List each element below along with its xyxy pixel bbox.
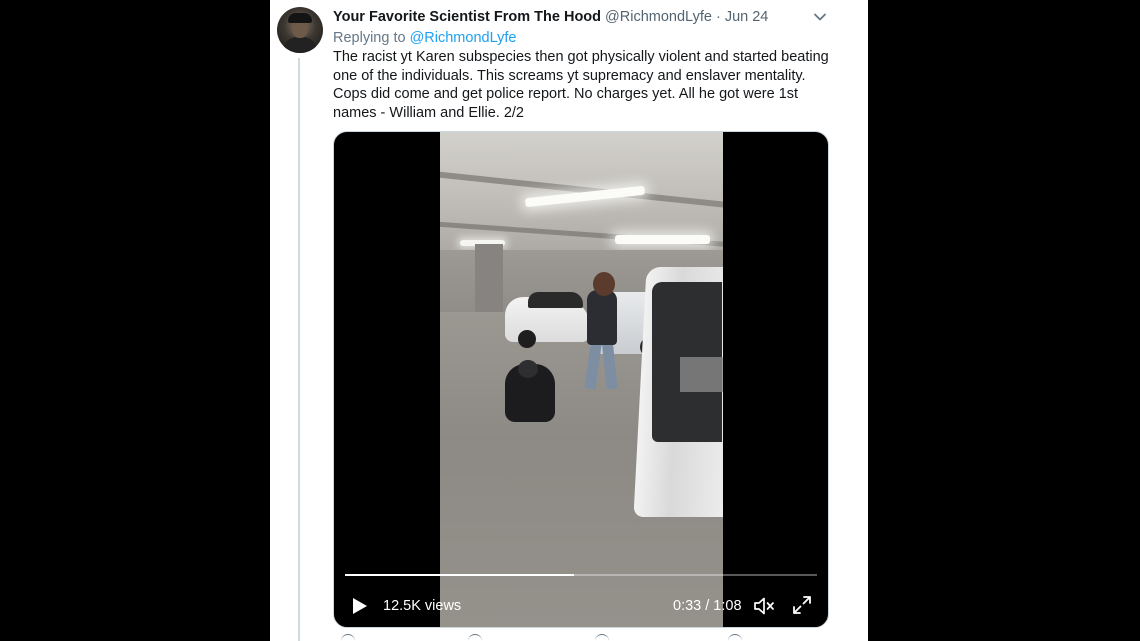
crouching-person-head (518, 360, 538, 378)
like-icon[interactable] (595, 634, 609, 641)
tweet-card: Your Favorite Scientist From The Hood @R… (270, 0, 868, 641)
thread-line (298, 58, 300, 641)
chevron-down-icon[interactable] (812, 9, 828, 25)
reply-handle-link[interactable]: @RichmondLyfe (410, 30, 517, 46)
white-car-window (528, 292, 583, 308)
tweet-text-line: one of the individuals. This screams yt … (333, 67, 806, 84)
volume-muted-icon[interactable] (752, 594, 776, 618)
tweet-text-line: names - William and Ellie. 2/2 (333, 104, 524, 121)
play-icon[interactable] (348, 595, 370, 617)
video-frame[interactable] (440, 132, 723, 627)
avatar-hat (288, 13, 312, 23)
retweet-icon[interactable] (468, 634, 482, 641)
screenshot-stage: Your Favorite Scientist From The Hood @R… (0, 0, 1140, 641)
ceiling-light (615, 235, 710, 244)
reply-context: Replying to @RichmondLyfe (333, 28, 516, 48)
reply-icon[interactable] (341, 634, 355, 641)
car-door-interior (680, 357, 723, 392)
fullscreen-icon[interactable] (791, 594, 813, 616)
tweet-date[interactable]: Jun 24 (725, 9, 769, 25)
video-player[interactable]: 12.5K views 0:33 / 1:08 (333, 131, 829, 628)
avatar-shirt (283, 37, 317, 53)
avatar[interactable] (277, 7, 323, 53)
standing-person-head (593, 272, 615, 296)
video-progress-bar[interactable] (345, 574, 817, 576)
tweet-text: The racist yt Karen subspecies then got … (333, 48, 838, 122)
video-progress-fill (345, 574, 574, 576)
handle[interactable]: @RichmondLyfe (605, 9, 712, 25)
display-name[interactable]: Your Favorite Scientist From The Hood (333, 9, 601, 25)
tweet-text-line: Cops did come and get police report. No … (333, 86, 799, 102)
separator: · (715, 9, 721, 25)
view-count: 12.5K views (383, 598, 462, 614)
share-icon[interactable] (728, 634, 742, 641)
video-time: 0:33 / 1:08 (673, 598, 742, 614)
standing-person (587, 290, 617, 345)
tweet-actions (333, 634, 753, 641)
reply-prefix: Replying to (333, 30, 406, 46)
tweet-header: Your Favorite Scientist From The Hood @R… (333, 7, 853, 27)
white-car-wheel (518, 330, 536, 348)
tweet-text-line: The racist yt Karen subspecies then got … (333, 49, 829, 65)
